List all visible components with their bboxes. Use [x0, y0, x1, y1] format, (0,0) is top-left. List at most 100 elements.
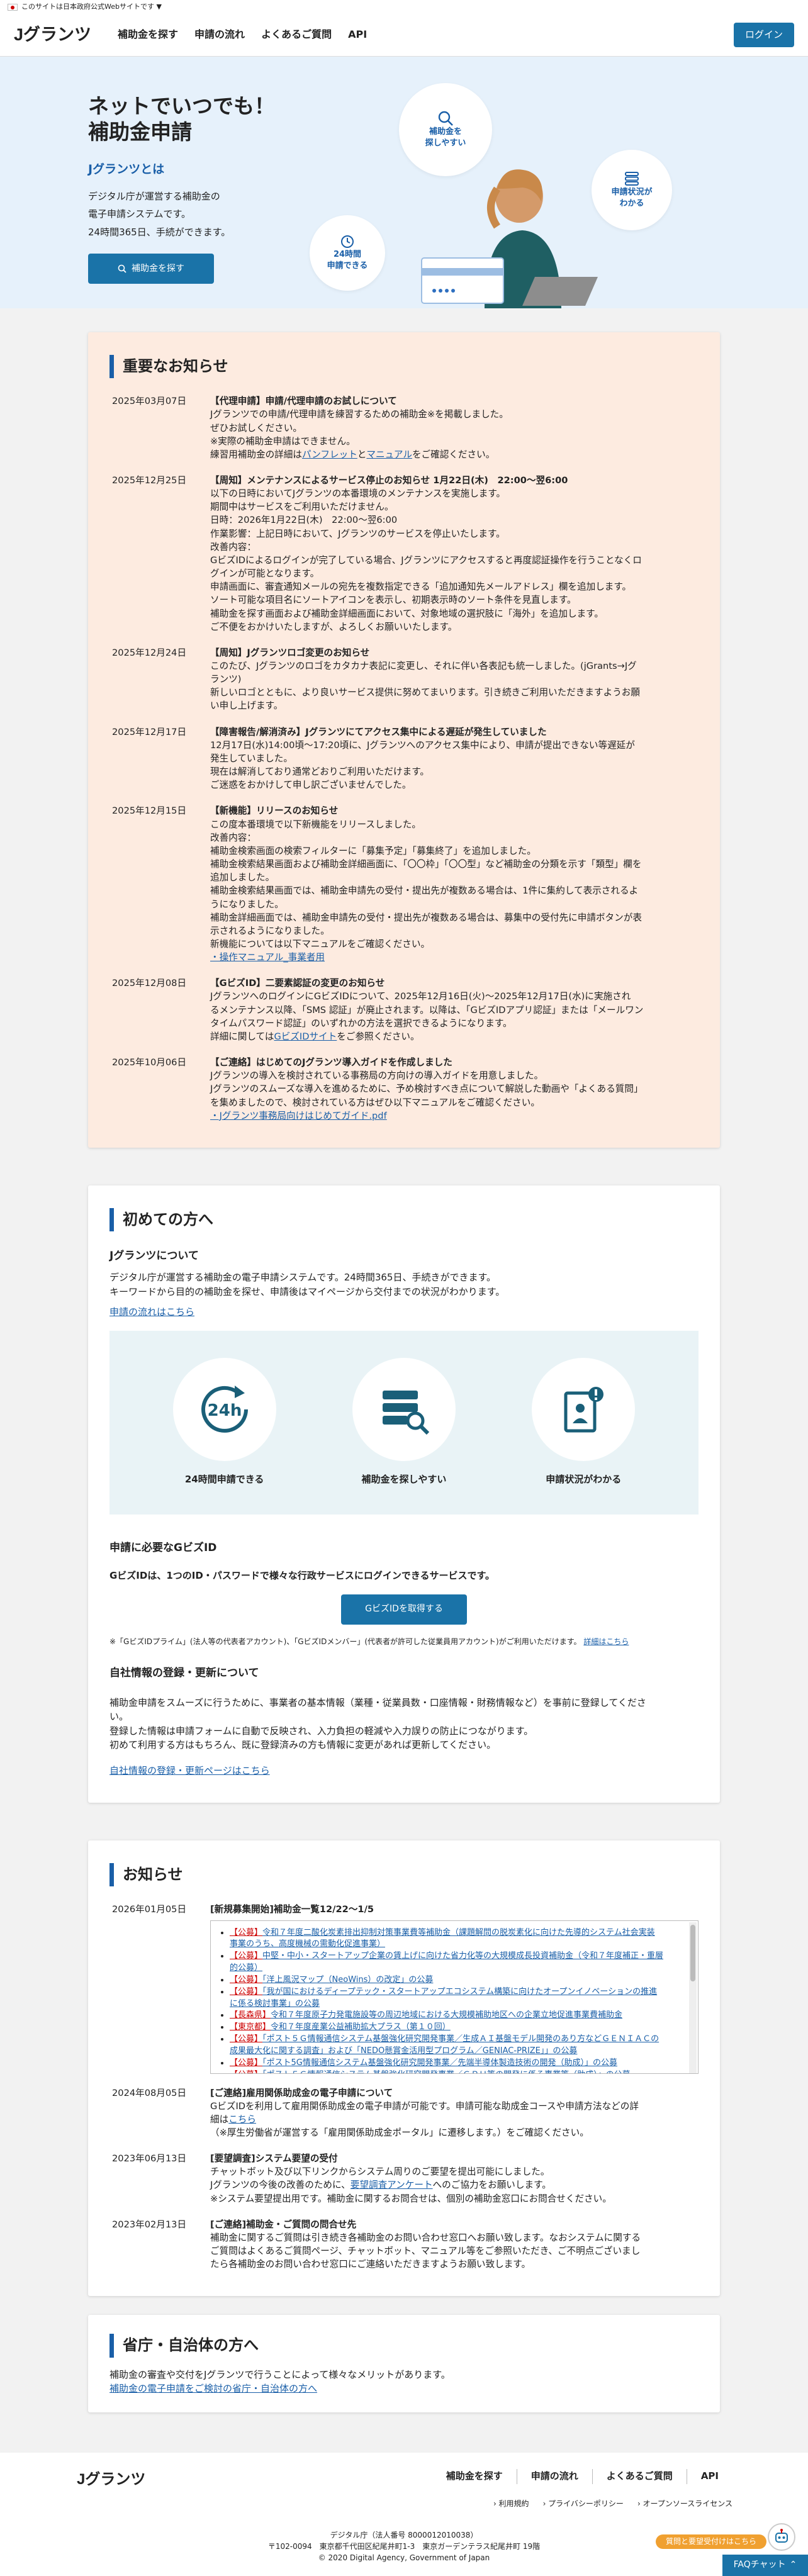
subsidy-tag: 【公募】 — [230, 1986, 263, 1996]
manual-link[interactable]: マニュアル — [366, 449, 412, 460]
subsidy-list-item[interactable]: 【公募】「洋上風況マップ（NeoWins）の改定」の公募 — [230, 1974, 683, 1986]
bubble-status-l2: わかる — [619, 199, 644, 208]
site-footer: Jグランツ 補助金を探す 申請の流れ よくあるご質問 API › 利用規約 › … — [0, 2453, 808, 2576]
nav-flow[interactable]: 申請の流れ — [194, 27, 245, 43]
operation-manual-link[interactable]: ・操作マニュアル_事業者用 — [210, 952, 325, 963]
gov-site-banner[interactable]: このサイトは日本政府公式Webサイトです ▼ — [0, 0, 808, 14]
info-line: たら各補助金のお問い合わせ窓口にご連絡いただきますようお願い致します。 — [210, 2259, 531, 2270]
company-info-link[interactable]: 自社情報の登録・更新ページはこちら — [109, 1765, 270, 1776]
subsidy-list-item[interactable]: 【公募】「ポスト5G情報通信システム基盤強化研究開発事業／先端半導体製造技術の開… — [230, 2058, 683, 2069]
robot-icon — [775, 2529, 788, 2543]
gov-link[interactable]: 補助金の電子申請をご検討の省庁・自治体の方へ — [109, 2383, 317, 2394]
nav-search[interactable]: 補助金を探す — [118, 27, 178, 43]
help-request-button[interactable]: 質問と要望受付けはこちら — [655, 2534, 766, 2549]
gbiz-site-link[interactable]: GビズIDサイト — [274, 1031, 337, 1042]
feature-circle — [352, 1358, 456, 1462]
gbiz-get-button[interactable]: GビズIDを取得する — [341, 1594, 467, 1625]
notice-date: 2025年12月25日 — [112, 474, 187, 486]
important-title: 重要なお知らせ — [109, 355, 699, 379]
info-section: お知らせ 2026年01月05日 [新規募集開始]補助金一覧12/22～1/5 … — [88, 1840, 720, 2297]
flow-link[interactable]: 申請の流れはこちら — [109, 1306, 194, 1318]
subsidy-list-scrollbox[interactable]: 【公募】令和７年度二酸化炭素排出抑制対策事業費等補助金（課題解問の脱炭素化に向け… — [210, 1920, 699, 2074]
terms-link[interactable]: › 利用規約 — [493, 2498, 529, 2510]
notice-head: 【周知】メンテナンスによるサービス停止のお知らせ 1月22日(木) 22:00～… — [210, 474, 568, 486]
document-alert-icon — [564, 1387, 604, 1433]
nav-faq[interactable]: よくあるご質問 — [261, 27, 332, 43]
site-header: Jグランツ 補助金を探す 申請の流れ よくあるご質問 API ログイン — [0, 14, 808, 57]
nav-api[interactable]: API — [348, 27, 367, 43]
notice-head: 【障害報告/解消済み】Jグランツにてアクセス集中による遅延が発生していました — [210, 726, 547, 737]
important-notices: 重要なお知らせ 2025年03月07日 【代理申請】申請/代理申請のお試しについ… — [88, 332, 720, 1148]
bubble-24h-l2: 申請できる — [327, 261, 368, 271]
oss-license-link[interactable]: › オープンソースライセンス — [637, 2498, 732, 2510]
subsidy-list-item[interactable]: 【東京都】令和７年度産業公益補助拡大プラス（第１０回） — [230, 2022, 683, 2034]
pamphlet-link[interactable]: パンフレット — [302, 449, 357, 460]
hero-description: デジタル庁が運営する補助金の 電子申請システムです。 24時間365日、手続がで… — [88, 188, 289, 242]
company-line: 登録した情報は申請フォームに自動で反映され、入力負担の軽減や入力誤りの防止につな… — [109, 1725, 534, 1737]
subsidy-list-item[interactable]: に係る検討事業」の公募 — [230, 1998, 683, 2010]
feature-label: 補助金を探しやすい — [361, 1474, 447, 1486]
info-item: 2023年06月13日 [要望調査]システム要望の受付 チャットボット及び以下リ… — [109, 2152, 699, 2205]
footer-nav-search[interactable]: 補助金を探す — [432, 2469, 517, 2484]
notice-body: 【周知】Jグランツロゴ変更のお知らせ このたび、Jグランツのロゴをカタカナ表記に… — [210, 646, 699, 713]
footer-nav-faq[interactable]: よくあるご質問 — [592, 2469, 687, 2484]
about-line: キーワードから目的の補助金を探せ、申請後はマイページから交付までの状況がわかりま… — [109, 1285, 505, 1297]
subsidy-list-item[interactable]: 【公募】中堅・中小・スタートアップ企業の賃上げに向けた省力化等の大規模成長投資補… — [230, 1951, 683, 1963]
privacy-link[interactable]: › プライバシーポリシー — [543, 2498, 624, 2510]
info-line: ※システム要望提出用です。補助金に関するお問合せは、個別の補助金窓口にお問合せく… — [210, 2193, 612, 2204]
faq-chat-button[interactable]: FAQチャット ⌃ — [722, 2555, 808, 2576]
hero-subtitle: Jグランツとは — [88, 162, 165, 176]
footer-nav-flow[interactable]: 申請の流れ — [516, 2469, 592, 2484]
subsidy-list-item[interactable]: 的公募） — [230, 1963, 683, 1974]
hero-search-button[interactable]: 補助金を探す — [88, 254, 214, 284]
bubble-search-l1: 補助金を — [429, 127, 462, 137]
notice-item: 2025年12月24日 【周知】Jグランツロゴ変更のお知らせ このたび、Jグラン… — [109, 646, 699, 713]
subsidy-list-item[interactable]: 【公募】「ポスト５Ｇ情報通信システム基盤強化研究開発事業／ＧＰＵ等の開発に係る事… — [230, 2069, 683, 2073]
info-title: お知らせ — [109, 1863, 699, 1887]
feature-label: 申請状況がわかる — [546, 1474, 622, 1486]
notice-body: 【GビズID】二要素認証の変更のお知らせ JグランツへのログインにGビズIDにつ… — [210, 977, 699, 1043]
notice-body: 【代理申請】申請/代理申請のお試しについて Jグランツでの申請/代理申請を練習す… — [210, 395, 699, 461]
scrollbar[interactable] — [689, 1922, 697, 2073]
info-date: 2024年08月05日 — [112, 2087, 187, 2098]
feature-box: 24h 24時間申請できる 補助金を探しやすい 申請状況がわかる — [109, 1330, 699, 1515]
site-logo[interactable]: Jグランツ — [14, 22, 91, 48]
info-date: 2023年06月13日 — [112, 2153, 187, 2164]
guide-pdf-link[interactable]: ・Jグランツ事務局向けはじめてガイド.pdf — [210, 1111, 387, 1121]
subsidy-list-item[interactable]: 【公募】「ポスト５Ｇ情報通信システム基盤強化研究開発事業／生成ＡＩ基盤モデル開発… — [230, 2034, 683, 2046]
subsidy-list-item[interactable]: 事業のうち、高度機械の需動化促進事業） — [230, 1939, 683, 1951]
info-line: 補助金に関するご質問は引き続き各補助金のお問い合わせ窓口へお願い致します。なおシ… — [210, 2232, 641, 2243]
subsidy-list-item[interactable]: 【公募】「我が国におけるディープテック・スタートアップエコシステム構築に向けたオ… — [230, 1986, 683, 1998]
magnifier-icon — [438, 111, 453, 126]
footer-logo[interactable]: Jグランツ — [77, 2468, 145, 2491]
about-text: デジタル庁が運営する補助金の電子申請システムです。24時間365日、手続きができ… — [109, 1270, 699, 1299]
subsidy-list-item[interactable]: 【長森県】令和７年度原子力発電施設等の周辺地域における大規模補助地区への企業立地… — [230, 2010, 683, 2022]
subsidy-title: 令和７年度原子力発電施設等の周辺地域における大規模補助地区への企業立地促進事業費… — [271, 2010, 623, 2020]
gbiz-note: ※「GビズIDプライム」(法人等の代表者アカウント)、「GビズIDメンバー」(代… — [109, 1636, 699, 1648]
login-button[interactable]: ログイン — [733, 22, 794, 48]
subsidy-list-item[interactable]: 成果最大化に関する調査」および「NEDO懸賞金活用型プログラム／GENIAC-P… — [230, 2046, 683, 2058]
gbiz-heading: 申請に必要なGビズID — [109, 1541, 217, 1554]
employment-subsidy-link[interactable]: こちら — [228, 2114, 256, 2125]
info-line: ご質問はよくあるご質問ページ、チャットボット、マニュアル等をご参照いただき、ご不… — [210, 2246, 641, 2257]
footer-nav-api[interactable]: API — [686, 2469, 732, 2484]
notice-text: Jグランツの導入を検討されている事務局の方向けの導入ガイドを用意しました。 Jグ… — [210, 1070, 643, 1108]
info-head: [新規募集開始]補助金一覧12/22～1/5 — [210, 1904, 374, 1915]
info-line: （※厚生労働省が運営する「雇用関係助成金ポータル」に遷移します。）をご確認くださ… — [210, 2127, 589, 2138]
gbiz-desc: GビズIDは、1つのID・パスワードで様々な行政サービスにログインできるサービス… — [109, 1570, 495, 1582]
hero-title-line1: ネットでいつでも！ — [88, 94, 275, 118]
subsidy-title: 令和７年度産業公益補助拡大プラス（第１０回） — [271, 2022, 451, 2032]
feature-circle: 24h — [172, 1358, 276, 1462]
chatbot-robot-icon[interactable] — [768, 2523, 795, 2551]
notice-head: 【ご連絡】はじめてのJグランツ導入ガイドを作成しました — [210, 1057, 452, 1068]
notice-text: JグランツへのログインにGビズIDについて、2025年12月16日(火)～202… — [210, 991, 644, 1029]
faq-chat-label: FAQチャット — [733, 2560, 786, 2570]
subsidy-list: 【公募】令和７年度二酸化炭素排出抑制対策事業費等補助金（課題解問の脱炭素化に向け… — [230, 1927, 683, 2073]
notice-date: 2025年12月15日 — [112, 805, 187, 817]
subsidy-list-item[interactable]: 【公募】令和７年度二酸化炭素排出抑制対策事業費等補助金（課題解問の脱炭素化に向け… — [230, 1927, 683, 1939]
survey-link[interactable]: 要望調査アンケート — [351, 2180, 433, 2190]
gbiz-detail-link[interactable]: 詳細はこちら — [583, 1637, 629, 1646]
notice-text: をご確認ください。 — [412, 449, 495, 460]
footer-links: › 利用規約 › プライバシーポリシー › オープンソースライセンス — [493, 2498, 732, 2510]
company-line: 初めて利用する方はもちろん、既に登録済みの方も情報に変更があれば更新してください… — [109, 1739, 497, 1751]
